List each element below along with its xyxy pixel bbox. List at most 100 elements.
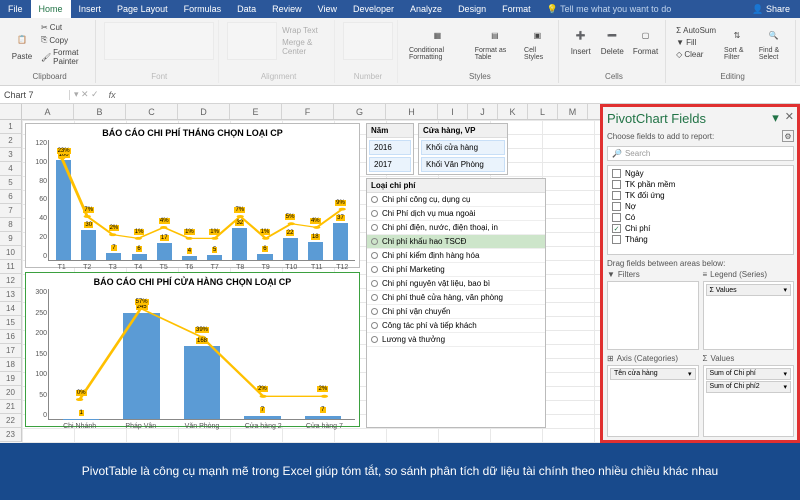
field-item[interactable]: ✓Chi phí	[610, 223, 791, 234]
tab-page-layout[interactable]: Page Layout	[109, 0, 176, 18]
paste-button[interactable]: 📋Paste	[8, 27, 36, 63]
col-header[interactable]: J	[468, 104, 498, 119]
area-filters[interactable]: ▼Filters	[607, 270, 699, 350]
cost-type-item[interactable]: Chi Phí dịch vụ mua ngoài	[367, 207, 545, 221]
tab-review[interactable]: Review	[264, 0, 310, 18]
share-button[interactable]: 👤 Share	[752, 4, 790, 15]
slicer-store[interactable]: Cửa hàng, VP Khối cửa hàngKhối Văn Phòng	[418, 123, 508, 175]
row-header[interactable]: 18	[0, 358, 22, 372]
col-header[interactable]: F	[282, 104, 334, 119]
cost-type-item[interactable]: Chi phí công cụ, dụng cụ	[367, 193, 545, 207]
cost-type-item[interactable]: Chi phí khấu hao TSCĐ	[367, 235, 545, 249]
row-header[interactable]: 2	[0, 134, 22, 148]
tab-analyze[interactable]: Analyze	[402, 0, 450, 18]
tab-formulas[interactable]: Formulas	[176, 0, 230, 18]
fill-button[interactable]: ▼ Fill	[674, 37, 718, 48]
row-header[interactable]: 10	[0, 246, 22, 260]
row-header[interactable]: 1	[0, 120, 22, 134]
row-header[interactable]: 17	[0, 344, 22, 358]
cost-type-item[interactable]: Chi phí thuê cửa hàng, văn phòng	[367, 291, 545, 305]
row-header[interactable]: 23	[0, 428, 22, 442]
slicer-item[interactable]: Khối cửa hàng	[421, 140, 505, 155]
field-item[interactable]: TK đối ứng	[610, 190, 791, 201]
field-item[interactable]: Tháng	[610, 234, 791, 245]
cost-type-item[interactable]: Chi phí điện, nước, điện thoại, in	[367, 221, 545, 235]
find-select-button[interactable]: 🔍Find & Select	[756, 22, 791, 63]
wrap-text-button[interactable]: Wrap Text	[280, 25, 330, 36]
tab-format[interactable]: Format	[494, 0, 539, 18]
checkbox-icon[interactable]	[612, 169, 621, 178]
gear-icon[interactable]: ⚙	[782, 130, 794, 142]
row-header[interactable]: 12	[0, 274, 22, 288]
clear-button[interactable]: ◇ Clear	[674, 49, 718, 60]
row-header[interactable]: 6	[0, 190, 22, 204]
area-values[interactable]: ΣValues Sum of Chi phí▾ Sum of Chi phí2▾	[703, 354, 795, 438]
pivot-chart-2[interactable]: BÁO CÁO CHI PHÍ CỬA HÀNG CHỌN LOẠI CP300…	[25, 272, 360, 427]
col-header[interactable]: B	[74, 104, 126, 119]
row-header[interactable]: 4	[0, 162, 22, 176]
cond-format-button[interactable]: ▦Conditional Formatting	[406, 22, 469, 63]
col-header[interactable]: H	[386, 104, 438, 119]
col-header[interactable]: C	[126, 104, 178, 119]
name-box[interactable]: Chart 7	[0, 90, 70, 100]
cut-button[interactable]: ✂ Cut	[39, 22, 91, 33]
col-header[interactable]: K	[498, 104, 528, 119]
merge-center-button[interactable]: Merge & Center	[280, 37, 330, 57]
col-header[interactable]: D	[178, 104, 230, 119]
col-header[interactable]: A	[22, 104, 74, 119]
cost-type-item[interactable]: Chi phí vận chuyển	[367, 305, 545, 319]
col-header[interactable]: M	[558, 104, 588, 119]
cell-styles-button[interactable]: ▣Cell Styles	[521, 22, 554, 63]
row-header[interactable]: 7	[0, 204, 22, 218]
pivot-chart-1[interactable]: BÁO CÁO CHI PHÍ THÁNG CHỌN LOẠI CP120100…	[25, 123, 360, 268]
format-table-button[interactable]: ▤Format as Table	[472, 22, 518, 63]
row-header[interactable]: 14	[0, 302, 22, 316]
row-header[interactable]: 13	[0, 288, 22, 302]
row-header[interactable]: 22	[0, 414, 22, 428]
cost-type-item[interactable]: Chi phí kiểm định hàng hóa	[367, 249, 545, 263]
cells-canvas[interactable]: BÁO CÁO CHI PHÍ THÁNG CHỌN LOẠI CP120100…	[22, 120, 600, 443]
delete-cells-button[interactable]: ➖Delete	[598, 22, 627, 58]
row-header[interactable]: 11	[0, 260, 22, 274]
checkbox-icon[interactable]	[612, 235, 621, 244]
col-header[interactable]: I	[438, 104, 468, 119]
checkbox-icon[interactable]	[612, 191, 621, 200]
tab-design[interactable]: Design	[450, 0, 494, 18]
area-legend[interactable]: ≡Legend (Series) Σ Values▾	[703, 270, 795, 350]
copy-button[interactable]: ⎘ Copy	[39, 34, 91, 46]
row-header[interactable]: 16	[0, 330, 22, 344]
tab-view[interactable]: View	[310, 0, 345, 18]
search-input[interactable]: 🔎 Search	[607, 146, 794, 161]
field-list[interactable]: NgàyTK phần mềmTK đối ứngNợCó✓Chi phíThá…	[607, 165, 794, 255]
col-header[interactable]: E	[230, 104, 282, 119]
tab-file[interactable]: File	[0, 0, 31, 18]
checkbox-icon[interactable]	[612, 213, 621, 222]
row-header[interactable]: 9	[0, 232, 22, 246]
row-header[interactable]: 3	[0, 148, 22, 162]
tab-home[interactable]: Home	[31, 0, 71, 18]
cost-type-item[interactable]: Công tác phí và tiếp khách	[367, 319, 545, 333]
sort-filter-button[interactable]: ⇅Sort & Filter	[721, 22, 753, 63]
row-header[interactable]: 8	[0, 218, 22, 232]
row-header[interactable]: 21	[0, 400, 22, 414]
checkbox-icon[interactable]	[612, 180, 621, 189]
field-item[interactable]: TK phần mềm	[610, 179, 791, 190]
cost-type-list[interactable]: Loại chi phí Chi phí công cụ, dụng cụChi…	[366, 178, 546, 428]
cost-type-item[interactable]: Lương và thưởng	[367, 333, 545, 347]
pane-dropdown-icon[interactable]: ▾	[772, 110, 779, 126]
insert-cells-button[interactable]: ➕Insert	[567, 22, 595, 58]
field-item[interactable]: Ngày	[610, 168, 791, 179]
area-axis[interactable]: ⊞Axis (Categories) Tên cửa hàng▾	[607, 354, 699, 438]
row-header[interactable]: 15	[0, 316, 22, 330]
autosum-button[interactable]: Σ AutoSum	[674, 25, 718, 36]
tab-data[interactable]: Data	[229, 0, 264, 18]
tell-me[interactable]: 💡 Tell me what you want to do	[547, 4, 672, 15]
slicer-item[interactable]: 2017	[369, 157, 411, 172]
format-cells-button[interactable]: ▢Format	[630, 22, 661, 58]
checkbox-icon[interactable]: ✓	[612, 224, 621, 233]
format-painter-button[interactable]: 🖌 Format Painter	[39, 47, 91, 67]
close-icon[interactable]: ✕	[785, 110, 794, 126]
cost-type-item[interactable]: Chi phí nguyên vật liệu, bao bì	[367, 277, 545, 291]
row-header[interactable]: 5	[0, 176, 22, 190]
select-all-corner[interactable]	[0, 104, 22, 119]
